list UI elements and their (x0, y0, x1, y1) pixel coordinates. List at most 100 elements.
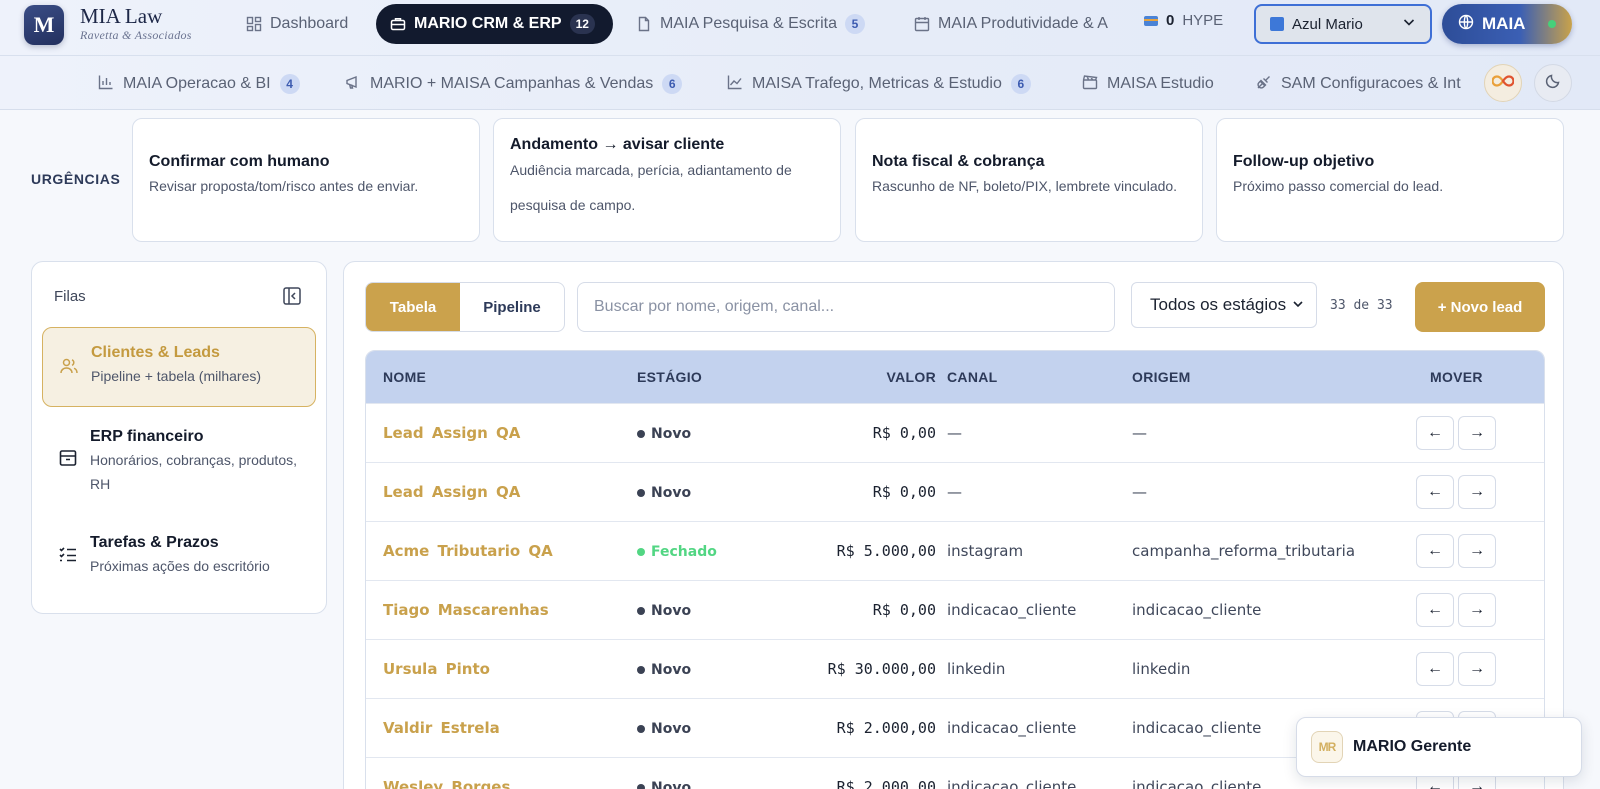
infinity-button[interactable] (1484, 64, 1522, 102)
lead-value: R$ 0,00 (872, 601, 936, 619)
sidebar-item-subtitle: Honorários, cobranças, produtos, RH (90, 452, 297, 492)
urgencia-card[interactable]: Follow-up objetivo Próximo passo comerci… (1216, 118, 1564, 242)
sidebar-item-tarefas-prazos[interactable]: Tarefas & Prazos Próximas ações do escri… (42, 518, 316, 592)
move-left-button[interactable]: ← (1416, 534, 1454, 568)
column-header-origem[interactable]: ORIGEM (1132, 369, 1191, 385)
column-header-move: MOVER (1430, 369, 1483, 385)
move-right-button[interactable]: → (1458, 652, 1496, 686)
collapse-sidebar-button[interactable] (282, 286, 302, 306)
lead-stage: Novo (637, 662, 691, 678)
lead-name[interactable]: Valdir Estrela (383, 719, 500, 737)
tab-sam-configuracoes[interactable]: SAM Configuracoes & Int (1256, 64, 1470, 104)
dark-mode-toggle[interactable] (1534, 64, 1572, 102)
tab-tabela[interactable]: Tabela (366, 283, 460, 331)
users-icon (59, 356, 79, 376)
move-left-button[interactable]: ← (1416, 475, 1454, 509)
move-right-button[interactable]: → (1458, 593, 1496, 627)
mario-gerente-widget[interactable]: MR MARIO Gerente (1296, 717, 1582, 777)
sidebar-heading: Filas (54, 288, 86, 305)
stage-dot (637, 725, 645, 733)
credit-card-icon (1144, 15, 1158, 26)
sidebar-item-title: ERP financeiro (90, 428, 204, 445)
column-header-canal[interactable]: CANAL (947, 369, 998, 385)
tab-count-badge: 12 (569, 14, 595, 34)
tab-maisa-estudio[interactable]: MAISA Estudio (1082, 64, 1214, 104)
urgencia-card[interactable]: Confirmar com humano Revisar proposta/to… (132, 118, 480, 242)
lead-stage-label: Novo (651, 426, 692, 442)
table-row[interactable]: Tiago Mascarenhas Novo R$ 0,00 indicacao… (366, 580, 1544, 639)
hype-label: HYPE (1182, 12, 1224, 29)
move-right-button[interactable]: → (1458, 534, 1496, 568)
lead-name[interactable]: Lead Assign QA (383, 424, 520, 442)
sidebar-item-erp-financeiro[interactable]: ERP financeiro Honorários, cobranças, pr… (42, 412, 316, 508)
lead-value: R$ 2.000,00 (836, 719, 936, 737)
table-row[interactable]: Ursula Pinto Novo R$ 30.000,00 linkedin … (366, 639, 1544, 698)
theme-swatch (1270, 17, 1284, 31)
lead-origem: indicacao_cliente (1132, 719, 1262, 737)
tab-maisa-trafego[interactable]: MAISA Trafego, Metricas & Estudio 6 (727, 64, 1031, 104)
urgencias-label: URGÊNCIAS (31, 171, 121, 187)
tab-pipeline[interactable]: Pipeline (460, 283, 564, 331)
tab-count-badge: 4 (279, 74, 300, 94)
stage-filter-select[interactable]: Todos os estágios (1131, 282, 1317, 328)
move-left-button[interactable]: ← (1416, 652, 1454, 686)
table-row[interactable]: Lead Assign QA Novo R$ 0,00 — — ← → (366, 462, 1544, 521)
lead-value: R$ 30.000,00 (827, 660, 936, 678)
lead-name[interactable]: Wesley Borges (383, 778, 510, 789)
lead-name[interactable]: Ursula Pinto (383, 660, 490, 678)
sidebar-item-clientes-leads[interactable]: Clientes & Leads Pipeline + tabela (milh… (42, 327, 316, 407)
move-left-button[interactable]: ← (1416, 593, 1454, 627)
brand-logo[interactable]: M (24, 5, 64, 45)
header-row-primary: M MIA Law Ravetta & Associados Dashboard… (0, 0, 1600, 56)
tab-label: MAISA Trafego, Metricas & Estudio (752, 75, 1002, 92)
lead-canal: indicacao_cliente (947, 601, 1077, 619)
moon-icon (1545, 73, 1561, 94)
tab-maia-produtividade[interactable]: MAIA Produtividade & A (900, 4, 1112, 44)
tab-maia-operacao-bi[interactable]: MAIA Operacao & BI 4 (98, 64, 300, 104)
tab-label: MAIA Pesquisa & Escrita (660, 15, 837, 32)
new-lead-button[interactable]: + Novo lead (1415, 282, 1545, 332)
line-chart-icon (727, 74, 743, 95)
lead-canal: — (947, 483, 962, 501)
lead-stage-label: Novo (651, 603, 692, 619)
urgencia-card[interactable]: Nota fiscal & cobrança Rascunho de NF, b… (855, 118, 1203, 242)
table-header: NOME ESTÁGIO VALOR CANAL ORIGEM MOVER (366, 351, 1544, 403)
view-toggle: Tabela Pipeline (365, 282, 565, 332)
move-right-button[interactable]: → (1458, 416, 1496, 450)
sidebar-item-title: Clientes & Leads (91, 344, 220, 361)
tab-label: MAIA Operacao & BI (123, 75, 271, 92)
table-row[interactable]: Acme Tributario QA Fechado R$ 5.000,00 i… (366, 521, 1544, 580)
column-header-value[interactable]: VALOR (887, 369, 936, 385)
stage-dot (637, 548, 645, 556)
column-header-name[interactable]: NOME (383, 369, 426, 385)
tab-mario-crm-erp[interactable]: MARIO CRM & ERP 12 (376, 4, 613, 44)
maia-button-label: MAIA (1482, 14, 1526, 33)
tab-dashboard[interactable]: Dashboard (232, 4, 362, 44)
lead-name[interactable]: Acme Tributario QA (383, 542, 553, 560)
move-right-button[interactable]: → (1458, 475, 1496, 509)
hype-counter[interactable]: 0 HYPE (1144, 12, 1223, 29)
lead-origem: campanha_reforma_tributaria (1132, 542, 1356, 560)
stage-dot (637, 784, 645, 789)
theme-select[interactable]: Azul Mario (1254, 4, 1432, 44)
plug-icon (1256, 74, 1272, 95)
column-header-stage[interactable]: ESTÁGIO (637, 369, 702, 385)
urgencia-card[interactable]: Andamento → avisar cliente Audiência mar… (493, 118, 841, 242)
lead-name[interactable]: Lead Assign QA (383, 483, 520, 501)
bar-chart-icon (98, 74, 114, 95)
maia-assistant-button[interactable]: MAIA (1442, 4, 1572, 44)
move-left-button[interactable]: ← (1416, 416, 1454, 450)
tab-maia-pesquisa[interactable]: MAIA Pesquisa & Escrita 5 (622, 4, 879, 44)
tab-campanhas-vendas[interactable]: MARIO + MAISA Campanhas & Vendas 6 (345, 64, 683, 104)
table-row[interactable]: Lead Assign QA Novo R$ 0,00 — — ← → (366, 403, 1544, 462)
megaphone-icon (345, 74, 361, 95)
lead-canal: indicacao_cliente (947, 719, 1077, 737)
search-input[interactable] (577, 282, 1115, 332)
lead-stage: Novo (637, 426, 691, 442)
theme-select-value: Azul Mario (1292, 15, 1363, 33)
lead-canal: indicacao_cliente (947, 778, 1077, 789)
lead-canal: instagram (947, 542, 1024, 560)
brand-title: MIA Law (80, 4, 163, 28)
urgencia-desc: Audiência marcada, perícia, adiantamento… (510, 162, 792, 213)
lead-name[interactable]: Tiago Mascarenhas (383, 601, 549, 619)
